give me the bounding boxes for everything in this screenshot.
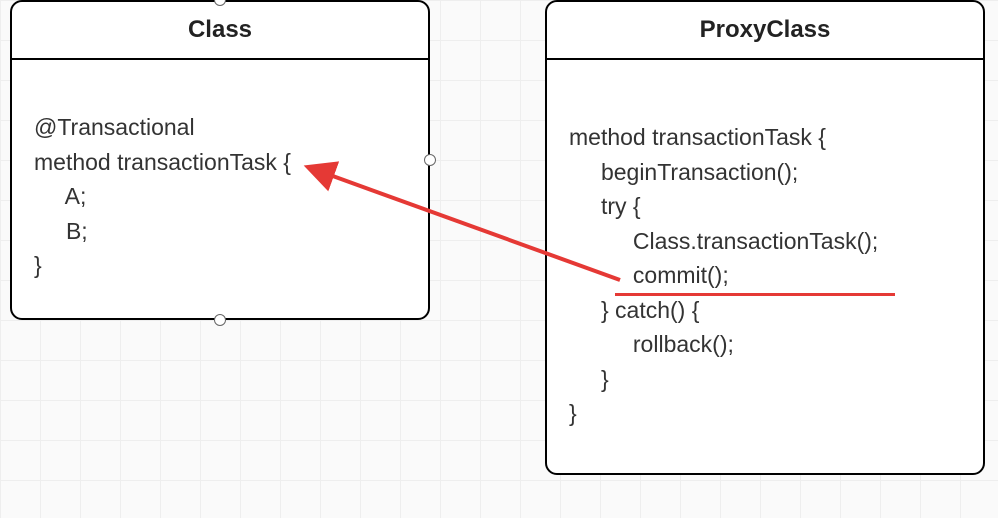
selection-handle[interactable] [214,314,226,326]
emphasis-underline [615,293,895,296]
class-box-title: Class [12,2,428,60]
class-box-body: @Transactional method transactionTask { … [12,60,428,301]
proxy-box-title: ProxyClass [547,2,983,60]
uml-class-box: Class @Transactional method transactionT… [10,0,430,320]
selection-handle[interactable] [424,154,436,166]
uml-proxy-box: ProxyClass method transactionTask { begi… [545,0,985,475]
proxy-box-body: method transactionTask { beginTransactio… [547,60,983,449]
